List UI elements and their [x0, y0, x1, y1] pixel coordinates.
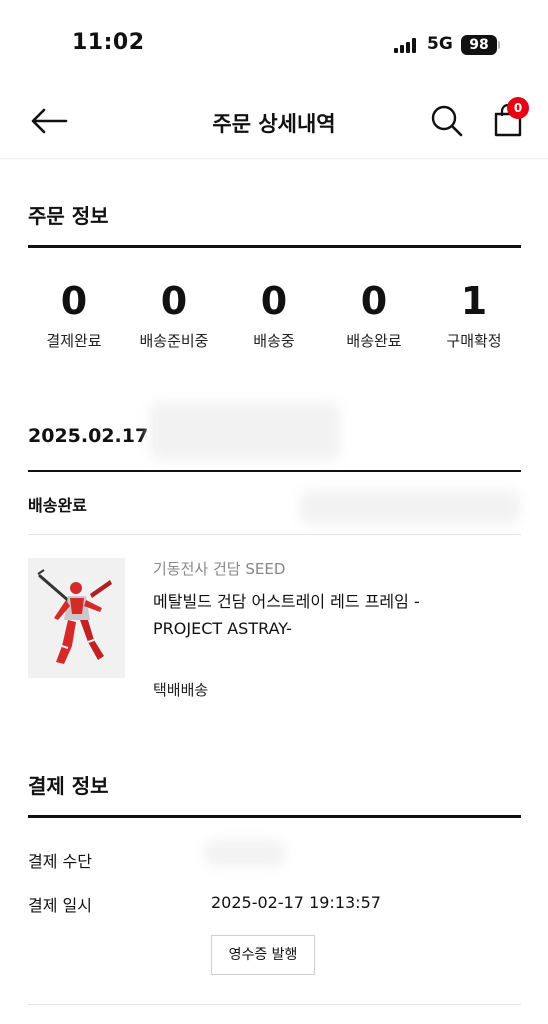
product-brand: 기동전사 건담 SEED: [153, 560, 286, 578]
stat-purchase-confirmed[interactable]: 1 구매확정: [424, 278, 524, 358]
redacted-order-number: [150, 402, 340, 460]
order-date: 2025.02.17: [28, 425, 149, 447]
payment-datetime-value: 2025-02-17 19:13:57: [211, 893, 381, 912]
battery-icon: 98: [461, 35, 497, 55]
divider: [28, 1004, 521, 1005]
search-button[interactable]: [428, 102, 466, 140]
stat-count: 1: [460, 279, 488, 323]
divider: [28, 534, 521, 535]
status-bar: 11:02 5G 98: [0, 0, 548, 88]
divider: [28, 470, 521, 472]
robot-figure-icon: [37, 569, 112, 664]
stat-delivered[interactable]: 0 배송완료: [324, 278, 424, 358]
stat-label: 배송준비중: [139, 332, 209, 350]
back-button[interactable]: [28, 104, 72, 138]
arrow-left-icon: [31, 108, 68, 134]
cart-count-badge: 0: [507, 97, 529, 119]
search-icon: [431, 105, 463, 137]
order-info-title: 주문 정보: [28, 204, 109, 228]
payment-info-title: 결제 정보: [28, 774, 109, 798]
status-time: 11:02: [72, 30, 145, 55]
stat-label: 배송중: [253, 332, 295, 350]
stat-count: 0: [260, 279, 288, 323]
stat-label: 배송완료: [346, 332, 402, 350]
divider: [28, 815, 521, 818]
stat-count: 0: [160, 279, 188, 323]
nav-bar: 주문 상세내역: [0, 88, 548, 159]
payment-method-label: 결제 수단: [28, 852, 92, 871]
product-name[interactable]: 메탈빌드 건담 어스트레이 레드 프레임 -PROJECT ASTRAY-: [153, 588, 453, 642]
stat-in-transit[interactable]: 0 배송중: [224, 278, 324, 358]
stat-payment-complete[interactable]: 0 결제완료: [24, 278, 124, 358]
order-stats: 0 결제완료 0 배송준비중 0 배송중 0 배송완료 1 구매확정: [24, 278, 524, 358]
signal-icon: [394, 38, 418, 53]
shipping-method: 택배배송: [153, 681, 209, 699]
product-image[interactable]: [28, 558, 125, 678]
order-status: 배송완료: [28, 496, 87, 515]
stat-count: 0: [360, 279, 388, 323]
issue-receipt-button[interactable]: 영수증 발행: [211, 935, 315, 975]
stat-count: 0: [60, 279, 88, 323]
stat-preparing-shipment[interactable]: 0 배송준비중: [124, 278, 224, 358]
redacted-payment-method: [205, 840, 285, 866]
redacted-tracking: [300, 490, 520, 524]
network-type: 5G: [427, 34, 453, 54]
payment-datetime-label: 결제 일시: [28, 896, 92, 915]
stat-label: 결제완료: [46, 332, 102, 350]
stat-label: 구매확정: [446, 332, 502, 350]
battery-tip: [498, 41, 500, 49]
divider: [28, 245, 521, 248]
